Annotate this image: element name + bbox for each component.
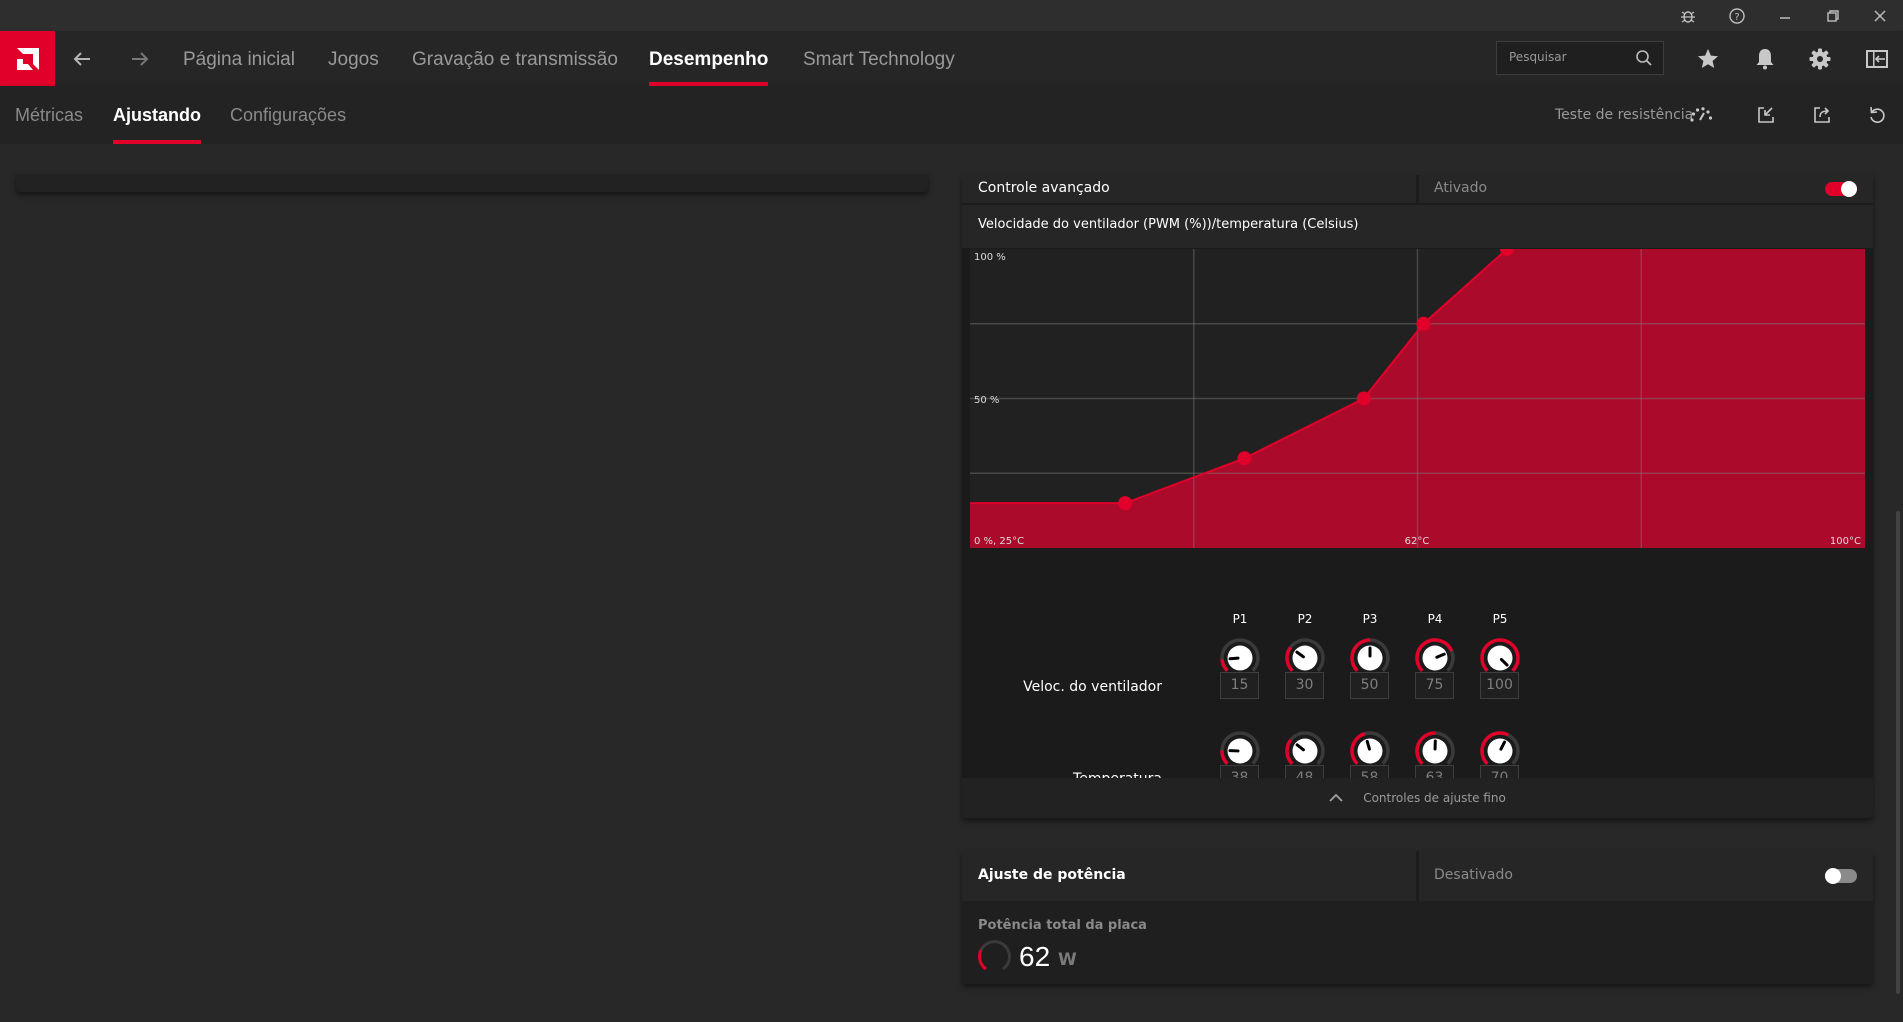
help-button[interactable]: ? [1726,5,1748,27]
export-profile-button[interactable] [1809,102,1835,128]
bug-report-button[interactable] [1677,5,1699,27]
fan-speed-input-p4[interactable]: 75 [1415,672,1454,699]
y-tick-label-top: 100 % [974,252,1006,263]
reset-button[interactable] [1864,102,1890,128]
gauge-icon [1690,107,1713,122]
arrow-right-icon [132,52,149,66]
point-label-p3: P3 [1362,612,1378,626]
chevron-up-icon [1329,793,1343,802]
board-power-label: Potência total da placa [978,918,1147,933]
board-power-value: 62 [1019,941,1051,972]
sidebar-toggle-button[interactable] [1862,44,1892,74]
restore-icon [1827,10,1839,22]
curve-point-p3[interactable] [1356,391,1371,406]
amd-logo[interactable] [0,31,55,86]
fan-speed-input-p3[interactable]: 50 [1350,672,1389,699]
sub-tab-metrics[interactable]: Métricas [15,86,83,144]
search-input[interactable] [1509,50,1629,64]
origin-tick-label: 0 %, 25°C [974,536,1024,547]
sub-navigation: Métricas Ajustando Configurações Teste d… [0,86,1903,144]
point-label-p4: P4 [1427,612,1443,626]
tuning-content: 2425 Controle avançado Ativado Velocidad… [0,144,1903,1022]
power-tuning-row: Ajuste de potência Desativado [962,851,1873,901]
fan-curve-chart[interactable]: 100 % 50 % 0 %, 25°C 62°C 100°C [970,249,1865,548]
import-icon [1758,107,1774,123]
favorites-button[interactable] [1693,44,1723,74]
arrow-left-icon [73,52,90,66]
power-tuning-card: Ajuste de potência Desativado Potência t… [962,851,1873,984]
power-tuning-status: Desativado [1434,867,1513,883]
svg-text:?: ? [1734,12,1739,23]
restore-button[interactable] [1822,5,1844,27]
curve-point-p2[interactable] [1237,451,1252,466]
main-navigation: Página inicial Jogos Gravação e transmis… [0,31,1903,86]
sub-tab-tuning[interactable]: Ajustando [113,86,201,144]
toggle-knob [1841,181,1857,197]
nav-tab-games[interactable]: Jogos [328,31,379,86]
bell-icon [1756,49,1774,70]
panel-collapse-icon [1866,50,1888,68]
y-tick-label-mid: 50 % [974,395,999,406]
fine-controls-label: Controles de ajuste fino [1363,791,1506,805]
reset-icon [1870,106,1885,123]
close-icon [1874,10,1886,22]
row-divider [1416,851,1419,901]
curve-point-p4[interactable] [1416,316,1431,331]
advanced-control-toggle[interactable] [1825,181,1857,197]
forward-button[interactable] [126,45,154,73]
advanced-control-row: Controle avançado Ativado [962,175,1873,203]
curve-point-p1[interactable] [1118,496,1133,511]
amd-logo-icon [16,47,39,70]
vertical-scrollbar[interactable] [1896,511,1900,994]
fan-speed-input-p2[interactable]: 30 [1285,672,1324,699]
advanced-control-status: Ativado [1434,180,1488,196]
point-label-p1: P1 [1232,612,1248,626]
minimize-button[interactable] [1774,5,1796,27]
bug-icon [1681,11,1695,23]
title-bar: ? [0,0,1903,31]
power-tuning-toggle[interactable] [1825,868,1857,884]
nav-tab-smart-technology[interactable]: Smart Technology [803,31,955,86]
partial-metric-value: 2425 [71,158,138,176]
stress-test-button[interactable] [1688,102,1714,128]
fan-curve-title-row: Velocidade do ventilador (PWM (%))/tempe… [962,205,1873,248]
board-power-unit: W [1058,950,1077,970]
search-box [1496,41,1664,75]
nav-tab-recording-streaming[interactable]: Gravação e transmissão [412,31,618,86]
fan-speed-input-p5[interactable]: 100 [1480,672,1519,699]
star-icon [1698,49,1718,68]
fan-tuning-card: Controle avançado Ativado Velocidade do … [962,175,1873,818]
advanced-control-label: Controle avançado [978,180,1110,196]
sub-tab-settings[interactable]: Configurações [230,86,346,144]
x-tick-label-mid: 62°C [1405,536,1430,547]
help-circle-icon: ? [1729,8,1745,24]
gear-icon [1809,48,1831,70]
fan-curve-svg: 100 % 50 % 0 %, 25°C 62°C 100°C [970,249,1865,548]
x-tick-label-right: 100°C [1830,536,1861,547]
import-profile-button[interactable] [1753,102,1779,128]
row-divider [1416,175,1419,203]
search-icon[interactable] [1635,49,1653,71]
notifications-button[interactable] [1750,44,1780,74]
fine-controls-toggle[interactable]: Controles de ajuste fino [962,778,1873,818]
stress-test-label[interactable]: Teste de resistência [1555,86,1693,144]
close-button[interactable] [1869,5,1891,27]
power-tuning-label: Ajuste de potência [978,867,1126,883]
toggle-knob [1825,868,1841,884]
fan-speed-input-p1[interactable]: 15 [1220,672,1259,699]
export-icon [1814,107,1830,123]
left-metric-card: 2425 [16,172,928,192]
board-power-gauge [977,940,1011,971]
back-button[interactable] [68,45,96,73]
point-label-p5: P5 [1492,612,1508,626]
fan-curve-title: Velocidade do ventilador (PWM (%))/tempe… [978,217,1359,232]
nav-tab-performance[interactable]: Desempenho [649,31,769,86]
fan-speed-row-label: Veloc. do ventilador [1023,679,1162,695]
nav-tab-home[interactable]: Página inicial [183,31,295,86]
settings-button[interactable] [1805,44,1835,74]
point-label-p2: P2 [1297,612,1313,626]
minimize-icon [1780,17,1790,19]
